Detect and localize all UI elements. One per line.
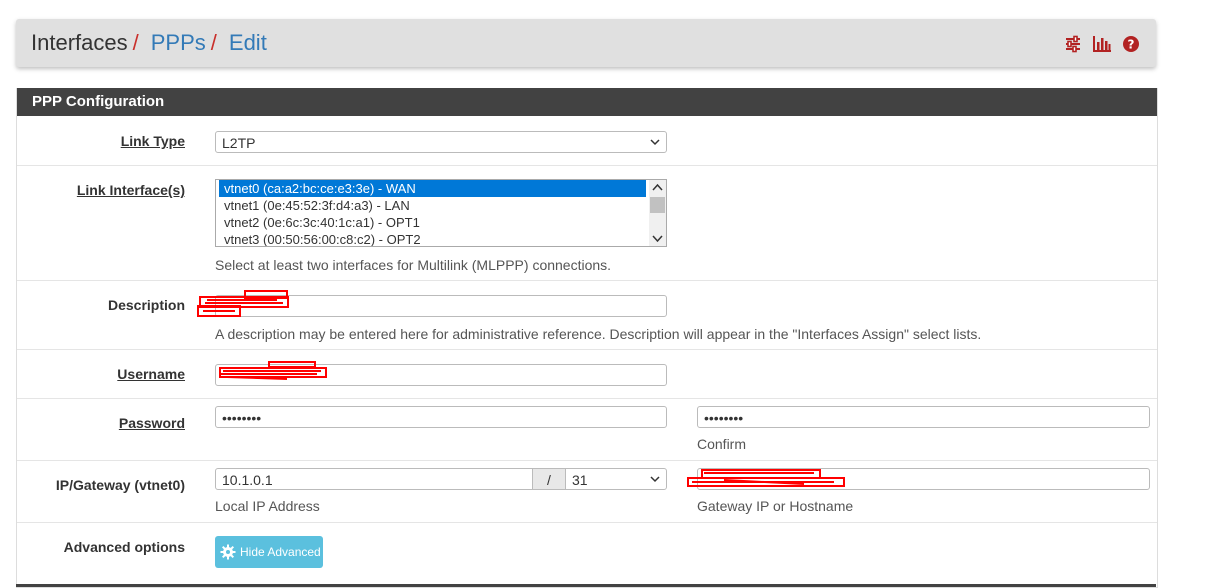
chevron-down-icon[interactable] — [652, 234, 663, 243]
breadcrumb-interfaces: Interfaces — [31, 30, 128, 55]
interface-option[interactable]: vtnet0 (ca:a2:bc:ce:e3:3e) - WAN — [219, 180, 646, 197]
password-confirm-input[interactable]: •••••••• — [697, 406, 1150, 428]
chevron-down-icon — [650, 139, 660, 146]
row-username: Username — [17, 349, 1157, 399]
prefix-value: 31 — [572, 472, 588, 488]
help-icon[interactable]: ? — [1122, 35, 1140, 53]
breadcrumb-ppps-link[interactable]: PPPs — [151, 30, 206, 55]
link-type-value: L2TP — [222, 135, 256, 151]
link-type-select[interactable]: L2TP — [215, 131, 667, 153]
bar-chart-icon[interactable] — [1092, 35, 1112, 53]
redaction-mark — [219, 361, 327, 380]
panel-title: PPP Configuration — [17, 88, 1157, 116]
username-label[interactable]: Username — [117, 366, 185, 382]
ppp-config-panel: PPP Configuration Link Type L2TP Link In… — [16, 88, 1158, 588]
link-interfaces-help: Select at least two interfaces for Multi… — [215, 257, 612, 273]
breadcrumb: Interfaces / PPPs / Edit — [31, 31, 267, 55]
interface-option[interactable]: vtnet3 (00:50:56:00:c8:c2) - OPT2 — [216, 231, 666, 246]
row-password: Password •••••••• •••••••• Confirm — [17, 398, 1157, 461]
local-ip-input[interactable]: 10.1.0.1 — [215, 468, 533, 490]
hide-advanced-button[interactable]: Hide Advanced — [215, 536, 323, 568]
row-description: Description A description may be entered… — [17, 280, 1157, 350]
redaction-mark — [197, 290, 289, 317]
hide-advanced-label: Hide Advanced — [240, 545, 321, 559]
advanced-options-label: Advanced options — [63, 539, 185, 555]
chevron-down-icon — [650, 476, 660, 483]
local-ip-help: Local IP Address — [215, 498, 320, 514]
cidr-slash-addon: / — [532, 468, 566, 490]
breadcrumb-bar: Interfaces / PPPs / Edit ? — [16, 19, 1156, 67]
sliders-icon[interactable] — [1064, 35, 1082, 53]
svg-text:?: ? — [1128, 38, 1135, 52]
interface-option[interactable]: vtnet1 (0e:45:52:3f:d4:a3) - LAN — [216, 197, 666, 214]
scrollbar-thumb[interactable] — [650, 197, 665, 213]
password-confirm-help: Confirm — [697, 436, 747, 452]
description-label: Description — [107, 297, 185, 313]
password-input[interactable]: •••••••• — [215, 406, 667, 428]
row-link-interfaces: Link Interface(s) vtnet0 (ca:a2:bc:ce:e3… — [17, 165, 1157, 281]
row-advanced: Advanced options Hide Advanced — [17, 522, 1157, 574]
ip-gateway-label: IP/Gateway (vtnet0) — [55, 477, 185, 493]
prefix-select[interactable]: 31 — [565, 468, 667, 490]
breadcrumb-edit-link[interactable]: Edit — [229, 30, 267, 55]
row-link-type: Link Type L2TP — [17, 116, 1157, 166]
link-interfaces-listbox[interactable]: vtnet0 (ca:a2:bc:ce:e3:3e) - WAN vtnet1 … — [215, 179, 667, 247]
chevron-up-icon[interactable] — [652, 183, 663, 192]
row-ip-gateway: IP/Gateway (vtnet0) 10.1.0.1 / 31 Local … — [17, 460, 1157, 523]
breadcrumb-separator: / — [210, 30, 217, 55]
gateway-help: Gateway IP or Hostname — [697, 498, 854, 514]
gear-icon — [220, 544, 236, 560]
description-help: A description may be entered here for ad… — [215, 326, 982, 342]
interface-option[interactable]: vtnet2 (0e:6c:3c:40:1c:a1) - OPT1 — [216, 214, 666, 231]
link-interfaces-label[interactable]: Link Interface(s) — [77, 182, 185, 198]
link-type-label[interactable]: Link Type — [121, 133, 185, 149]
breadcrumb-separator: / — [132, 30, 139, 55]
redaction-mark — [687, 469, 845, 487]
password-label[interactable]: Password — [119, 415, 185, 431]
listbox-scrollbar[interactable] — [649, 180, 666, 246]
